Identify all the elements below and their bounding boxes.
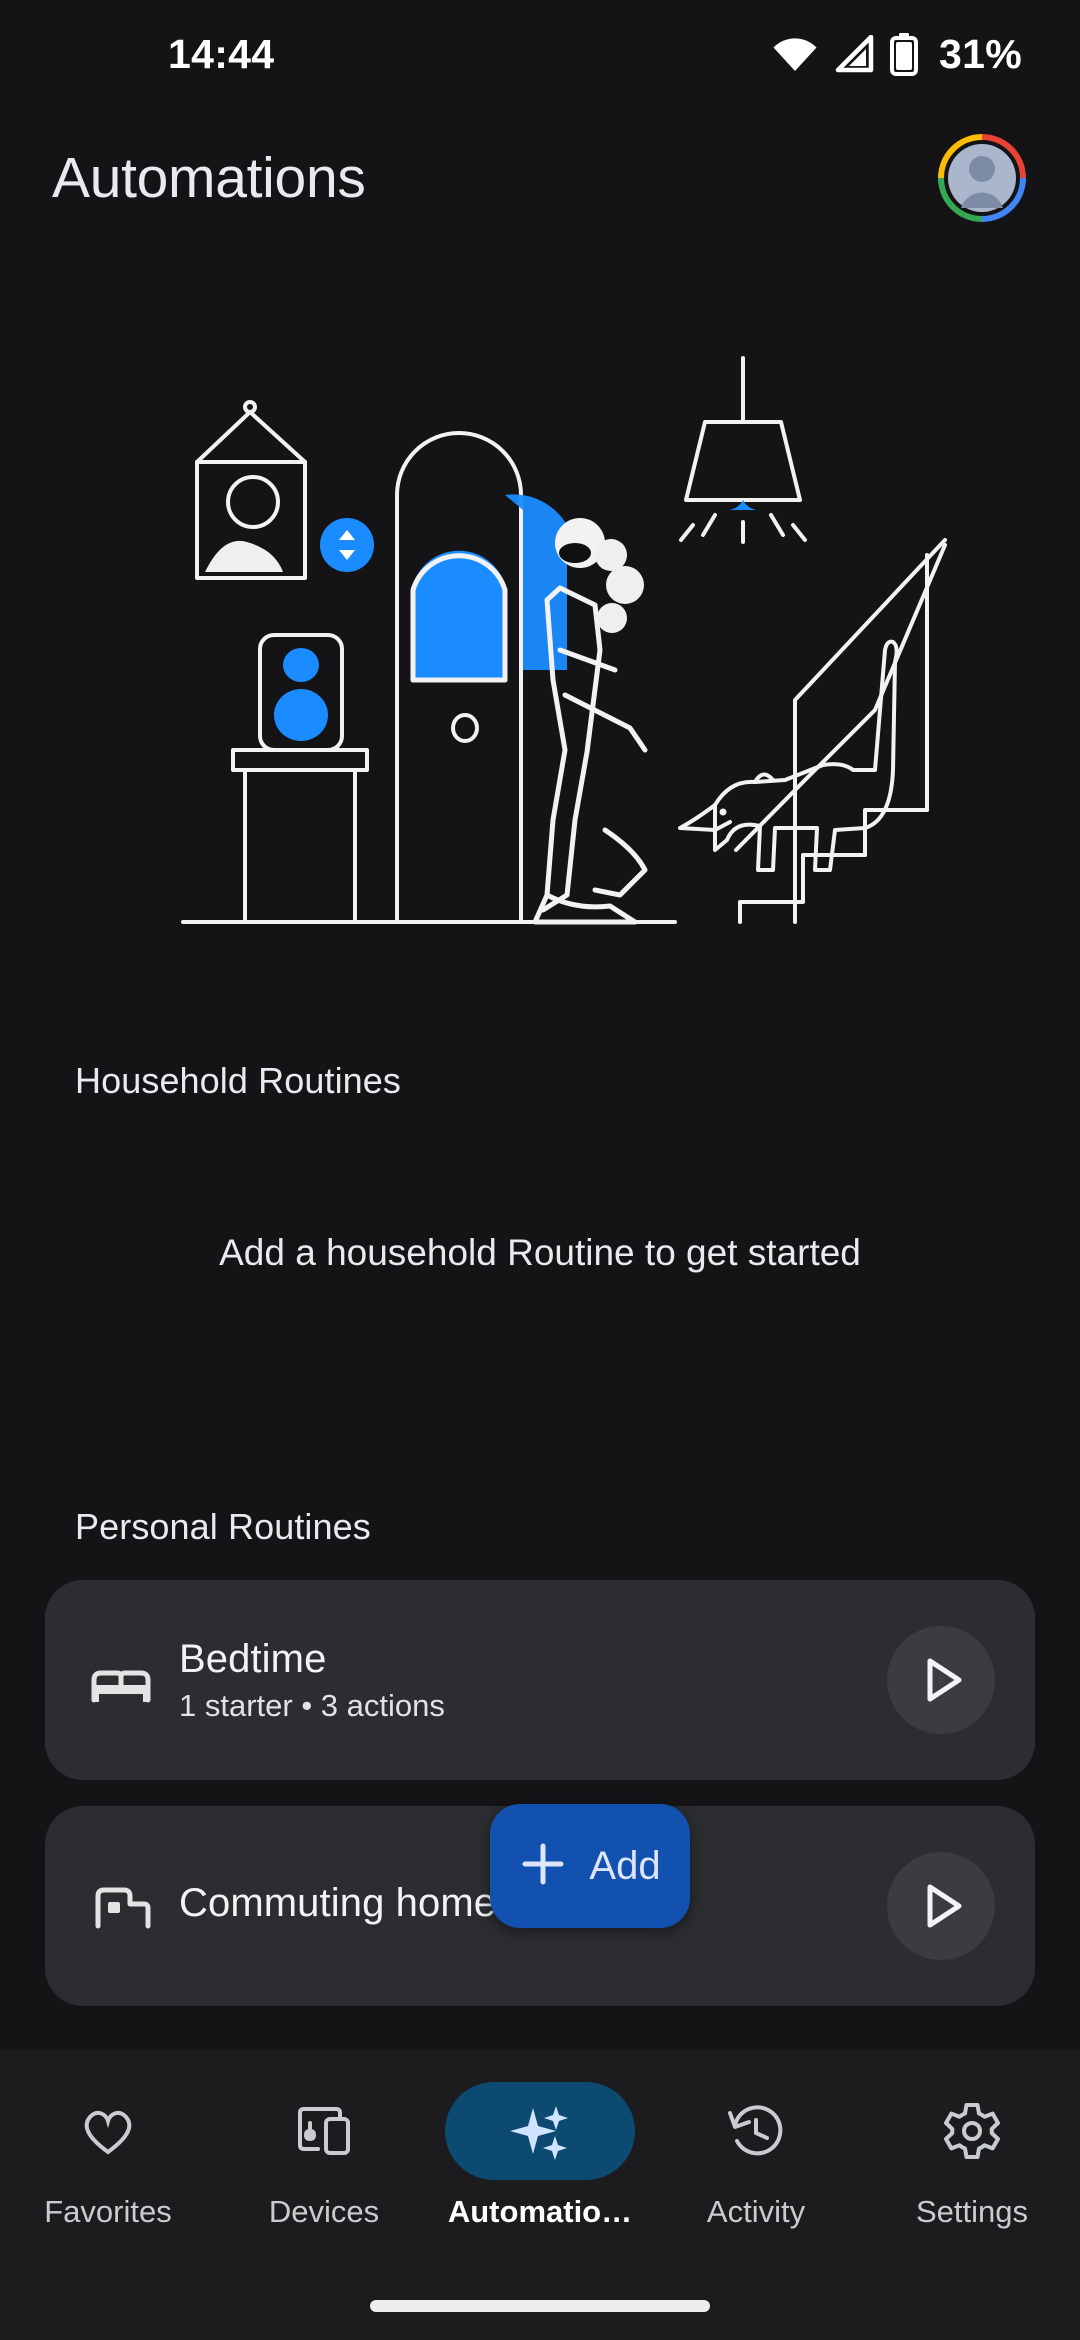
nav-label-devices: Devices bbox=[268, 2194, 380, 2229]
household-empty-message: Add a household Routine to get started bbox=[219, 1232, 861, 1273]
routine-text-group: Bedtime 1 starter • 3 actions bbox=[179, 1637, 887, 1724]
sparkles-icon bbox=[509, 2100, 571, 2162]
home-gesture-bar[interactable] bbox=[370, 2300, 710, 2312]
sparkles-icon-pill bbox=[445, 2082, 635, 2180]
nav-label-favorites: Favorites bbox=[44, 2194, 172, 2229]
gear-icon-pill bbox=[877, 2082, 1067, 2180]
add-routine-fab[interactable]: Add bbox=[490, 1804, 690, 1928]
wifi-icon bbox=[772, 36, 818, 72]
history-icon bbox=[727, 2103, 785, 2159]
nav-item-automations[interactable]: Automatio… bbox=[432, 2082, 648, 2230]
avatar[interactable] bbox=[938, 134, 1026, 222]
status-icon-group: 31% bbox=[772, 31, 1022, 78]
routine-title: Bedtime bbox=[179, 1636, 327, 1681]
play-routine-button[interactable] bbox=[887, 1626, 995, 1734]
plus-icon bbox=[519, 1840, 567, 1893]
page-title: Automations bbox=[52, 146, 366, 210]
routine-card-bedtime[interactable]: Bedtime 1 starter • 3 actions bbox=[45, 1580, 1035, 1780]
gear-icon bbox=[943, 2102, 1001, 2160]
heart-icon-pill bbox=[13, 2082, 203, 2180]
commute-icon bbox=[79, 1880, 163, 1932]
nav-item-favorites[interactable]: Favorites bbox=[0, 2082, 216, 2230]
play-icon bbox=[917, 1657, 965, 1703]
app-screen: 14:44 31% Automations Household Routines… bbox=[0, 0, 1080, 2340]
nav-item-activity[interactable]: Activity bbox=[648, 2082, 864, 2230]
status-time: 14:44 bbox=[168, 30, 275, 77]
cellular-signal-icon bbox=[833, 35, 875, 73]
play-icon bbox=[917, 1883, 965, 1929]
add-routine-label: Add bbox=[589, 1843, 661, 1888]
app-header: Automations bbox=[0, 108, 1080, 248]
home-automation-illustration bbox=[175, 350, 955, 930]
battery-percent-label: 31% bbox=[939, 30, 1022, 77]
bottom-navigation-bar: Favorites Devices Automatio… Activity Se… bbox=[0, 2050, 1080, 2340]
play-routine-button[interactable] bbox=[887, 1852, 995, 1960]
bed-icon bbox=[79, 1656, 163, 1704]
nav-label-automations: Automatio… bbox=[447, 2194, 633, 2229]
history-icon-pill bbox=[661, 2082, 851, 2180]
personal-routines-heading: Personal Routines bbox=[75, 1506, 371, 1547]
status-bar: 14:44 31% bbox=[0, 0, 1080, 108]
household-routines-heading: Household Routines bbox=[75, 1060, 402, 1101]
nav-item-settings[interactable]: Settings bbox=[864, 2082, 1080, 2230]
heart-icon bbox=[80, 2104, 136, 2158]
devices-icon-pill bbox=[229, 2082, 419, 2180]
routine-subtitle: 1 starter • 3 actions bbox=[179, 1687, 445, 1723]
nav-item-devices[interactable]: Devices bbox=[216, 2082, 432, 2230]
battery-icon bbox=[890, 32, 919, 76]
nav-label-settings: Settings bbox=[915, 2194, 1028, 2229]
devices-icon bbox=[296, 2105, 352, 2157]
nav-label-activity: Activity bbox=[706, 2194, 806, 2229]
